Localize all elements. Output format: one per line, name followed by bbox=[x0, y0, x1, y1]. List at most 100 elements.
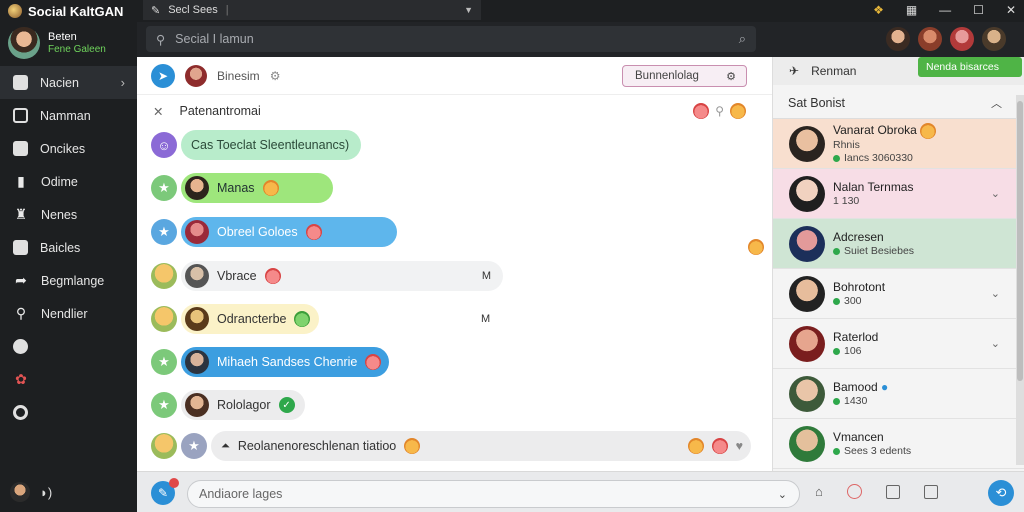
chevron-down-icon[interactable]: ⌄ bbox=[991, 187, 1000, 200]
close-icon[interactable]: ✕ bbox=[1006, 3, 1016, 17]
search-input[interactable]: ⚲ Secial I lamun ⌕ bbox=[146, 26, 756, 52]
chat-pane: ➤ Binesim ⚙ Bunnenlolag ⚙ ✕ Patenantroma… bbox=[137, 57, 772, 471]
avatar[interactable] bbox=[886, 27, 910, 51]
scrollbar-thumb[interactable] bbox=[1017, 101, 1023, 381]
face-icon[interactable] bbox=[151, 306, 177, 332]
search-icon: ⚲ bbox=[15, 305, 27, 321]
file-icon[interactable] bbox=[923, 484, 938, 499]
contact-item[interactable]: Bohrotont 300 ⌄ bbox=[773, 269, 1024, 319]
profile-status: Fene Galeen bbox=[48, 44, 106, 55]
online-dot-icon bbox=[833, 447, 840, 455]
reaction-icon[interactable] bbox=[687, 438, 704, 454]
contact-item[interactable]: Vmancen Sees 3 edents bbox=[773, 419, 1024, 469]
chevron-down-icon[interactable]: ⌄ bbox=[991, 287, 1000, 300]
pin-icon[interactable]: ⚲ bbox=[715, 104, 724, 118]
face-icon[interactable] bbox=[151, 263, 177, 289]
contact-item[interactable]: Adcresen Suiet Besiebes bbox=[773, 219, 1024, 269]
sidebar-item-nacien[interactable]: Nacien › bbox=[0, 66, 137, 99]
reaction-icon[interactable] bbox=[711, 438, 728, 454]
star-icon[interactable]: ★ bbox=[151, 349, 177, 375]
contact-item[interactable]: Bamood ● 1430 bbox=[773, 369, 1024, 419]
collapse-icon[interactable]: ✕ bbox=[153, 104, 163, 119]
maximize-icon[interactable]: ☐ bbox=[973, 3, 984, 17]
sidebar-item-oncikes[interactable]: Oncikes bbox=[0, 132, 137, 165]
reaction-icon[interactable] bbox=[693, 103, 710, 119]
contact-item[interactable]: Raterlod 106 ⌄ bbox=[773, 319, 1024, 369]
face-icon[interactable] bbox=[151, 433, 177, 459]
sidebar-item-odime[interactable]: ▮ Odime bbox=[0, 165, 137, 198]
emoji-picker-icon[interactable] bbox=[846, 484, 862, 499]
camera-icon[interactable]: ⌂ bbox=[815, 484, 823, 499]
message-bubble[interactable]: Rololagor ✓ bbox=[181, 390, 305, 420]
share-icon: ➦ bbox=[15, 272, 27, 288]
avatar bbox=[789, 375, 825, 412]
contact-name: Vanarat Obroka bbox=[833, 122, 937, 139]
avatar[interactable] bbox=[982, 27, 1006, 51]
chat-subheader: ✕ Patenantromai ⚲ bbox=[137, 95, 772, 127]
user-avatar-icon[interactable]: ☺ bbox=[151, 132, 177, 158]
message-bubble[interactable]: Odrancterbe bbox=[181, 304, 319, 334]
contact-name: Bohrotont bbox=[833, 279, 886, 294]
message-bubble[interactable]: ⏶ Reolanenoreschlenan tiatioo ♥ bbox=[211, 431, 751, 461]
avatar[interactable] bbox=[10, 482, 30, 502]
scrollbar[interactable] bbox=[1016, 95, 1024, 465]
panel-action-button[interactable]: Nenda bisarces bbox=[918, 57, 1022, 77]
contact-item[interactable]: Vanarat Obroka Rhnis Iancs 3060330 bbox=[773, 119, 1024, 169]
star-icon[interactable]: ★ bbox=[151, 392, 177, 418]
share-button[interactable]: ⟲ bbox=[988, 480, 1014, 506]
magnifier-icon[interactable]: ⌕ bbox=[739, 31, 746, 47]
paper-plane-icon[interactable]: ➤ bbox=[151, 63, 175, 88]
sidebar-item-nenes[interactable]: ♜ Nenes bbox=[0, 198, 137, 231]
extension-icon[interactable]: ❖ bbox=[873, 3, 884, 17]
book-icon: ▮ bbox=[17, 173, 25, 189]
reactions: ⚲ bbox=[693, 103, 746, 119]
image-icon[interactable] bbox=[885, 484, 900, 499]
contact-item[interactable]: Nalan Ternmas 1 130 ⌄ bbox=[773, 169, 1024, 219]
calendar-icon[interactable]: ▦ bbox=[906, 3, 917, 17]
sidebar-item-begmlange[interactable]: ➦ Begmlange bbox=[0, 264, 137, 297]
chevron-up-icon[interactable]: ︿ bbox=[991, 95, 1002, 111]
avatar[interactable] bbox=[950, 27, 974, 51]
heart-icon[interactable]: ♥ bbox=[736, 439, 743, 453]
avatar[interactable] bbox=[185, 64, 207, 87]
message-row: ★ ⏶ Reolanenoreschlenan tiatioo ♥ bbox=[151, 431, 751, 461]
message-bubble[interactable]: Obreel Goloes bbox=[181, 217, 397, 247]
pin-icon[interactable]: ✈ bbox=[789, 64, 799, 78]
sidebar-item-power[interactable] bbox=[0, 396, 137, 429]
message-input[interactable]: Andiaore lages ⌄ bbox=[187, 480, 800, 508]
signal-icon[interactable]: ◗) bbox=[40, 485, 52, 500]
sidebar-item-baicles[interactable]: Baicles bbox=[0, 231, 137, 264]
sidebar-item-nendlier[interactable]: ⚲ Nendlier bbox=[0, 297, 137, 330]
emoji-icon bbox=[365, 354, 382, 370]
message-text: Reolanenoreschlenan tiatioo bbox=[237, 439, 397, 453]
window-tab[interactable]: ✎ Secl Sees | ▼ bbox=[143, 0, 481, 20]
message-bubble[interactable]: Manas bbox=[181, 173, 333, 203]
contact-status: 300 bbox=[833, 295, 885, 308]
message-composer: ✎ Andiaore lages ⌄ ⌂ ⟲ bbox=[137, 471, 1024, 512]
message-bubble[interactable]: Mihaeh Sandses Chenrie bbox=[181, 347, 389, 377]
avatar[interactable] bbox=[8, 27, 40, 59]
chevron-down-icon[interactable]: ⌄ bbox=[991, 337, 1000, 350]
tab-label: Secl Sees bbox=[168, 4, 218, 16]
contact-name: Nalan Ternmas bbox=[833, 179, 914, 194]
chevron-down-icon[interactable]: ⌄ bbox=[778, 488, 787, 501]
message-row: Odrancterbe M bbox=[151, 304, 490, 334]
avatar bbox=[185, 220, 209, 244]
floating-emoji-icon[interactable] bbox=[748, 239, 764, 255]
user-profile[interactable]: Beten Fene Galeen bbox=[0, 24, 137, 62]
star-icon[interactable]: ★ bbox=[151, 219, 177, 245]
sidebar-item-info[interactable] bbox=[0, 330, 137, 363]
section-header[interactable]: Sat Bonist ︿ bbox=[773, 87, 1024, 119]
search-icon: ⚲ bbox=[156, 32, 166, 47]
sidebar-item-namman[interactable]: Namman bbox=[0, 99, 137, 132]
chat-action-button[interactable]: Bunnenlolag ⚙ bbox=[622, 65, 747, 87]
smile-icon[interactable] bbox=[730, 103, 746, 119]
star-icon[interactable]: ★ bbox=[181, 433, 207, 459]
message-bubble[interactable]: Cas Toeclat Sleentleunancs) bbox=[181, 130, 361, 160]
avatar[interactable] bbox=[918, 27, 942, 51]
settings-icon[interactable]: ⚙ bbox=[270, 69, 281, 83]
message-bubble[interactable]: Vbrace M bbox=[181, 261, 503, 291]
sidebar-item-flower[interactable]: ✿ bbox=[0, 363, 137, 396]
minimize-icon[interactable]: — bbox=[939, 3, 951, 17]
star-icon[interactable]: ★ bbox=[151, 175, 177, 201]
